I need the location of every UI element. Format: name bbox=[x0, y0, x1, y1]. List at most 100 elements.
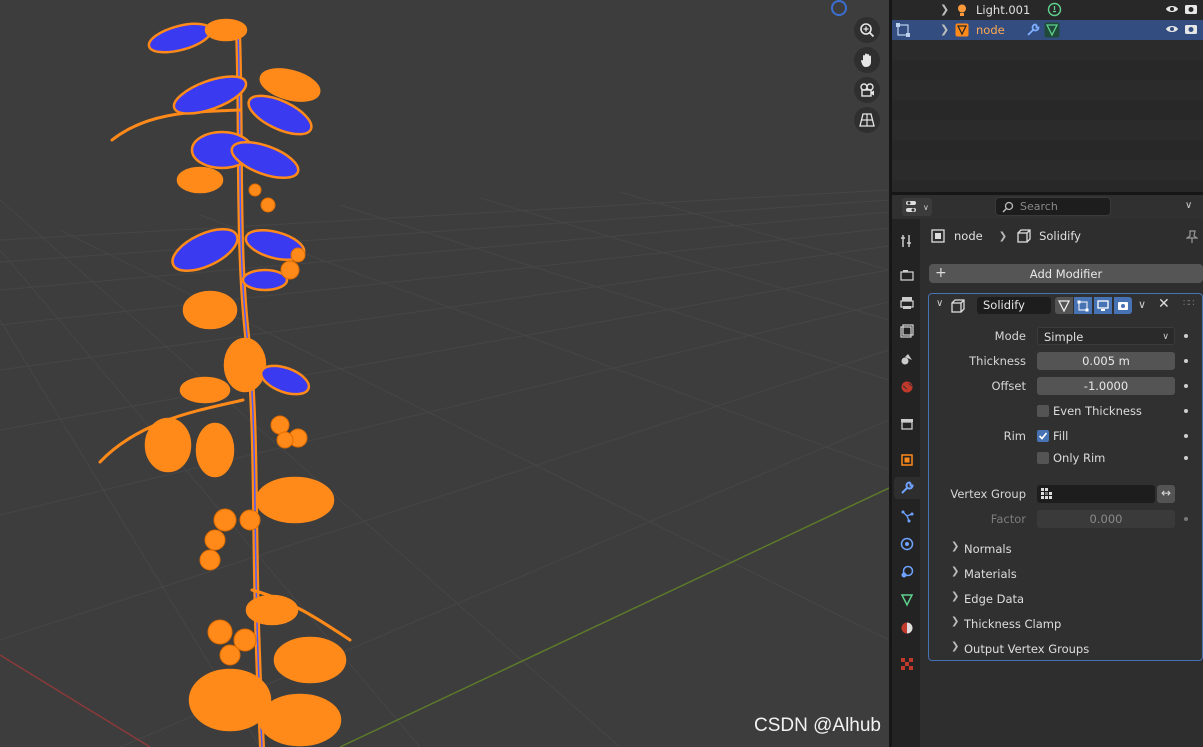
light-icon bbox=[955, 3, 969, 17]
object-icon bbox=[931, 229, 945, 243]
subpanel-label: Thickness Clamp bbox=[964, 617, 1062, 631]
outliner-stripe bbox=[892, 40, 1203, 60]
outliner-label: node bbox=[976, 23, 1005, 37]
mode-value: Simple bbox=[1044, 330, 1084, 344]
breadcrumb: node ❯ Solidify bbox=[931, 229, 1081, 243]
outliner-stripe bbox=[892, 80, 1203, 100]
render-camera-icon[interactable] bbox=[1184, 3, 1198, 18]
outliner-row-light[interactable]: ❯ Light.001 bbox=[892, 0, 1203, 20]
collection-tab-icon[interactable] bbox=[896, 413, 918, 435]
render-toggle-camera-icon[interactable] bbox=[1114, 297, 1132, 314]
zoom-icon[interactable] bbox=[854, 17, 880, 43]
modifier-tab-wrench-icon[interactable] bbox=[894, 477, 920, 499]
collapse-chevron-icon[interactable]: ∨ bbox=[936, 298, 943, 309]
keyframe-dot[interactable] bbox=[1184, 384, 1188, 388]
on-cage-toggle-icon[interactable] bbox=[1055, 297, 1073, 314]
pan-hand-icon[interactable] bbox=[854, 47, 880, 73]
constraints-tab-icon[interactable] bbox=[896, 561, 918, 583]
factor-label: Factor bbox=[990, 512, 1026, 526]
world-tab-icon[interactable] bbox=[896, 376, 918, 398]
texture-tab-icon[interactable] bbox=[896, 653, 918, 675]
watermark: CSDN @Alhub bbox=[754, 715, 881, 736]
mesh-data-tab-icon[interactable] bbox=[896, 589, 918, 611]
keyframe-dot[interactable] bbox=[1184, 456, 1188, 460]
properties-tabs bbox=[892, 219, 920, 747]
chevron-right-icon: ❯ bbox=[998, 230, 1008, 242]
3d-viewport[interactable]: CSDN @Alhub bbox=[0, 0, 889, 747]
chevron-right-icon[interactable]: ❯ bbox=[940, 3, 949, 16]
offset-field[interactable]: -1.0000 bbox=[1037, 377, 1175, 395]
vertex-group-label: Vertex Group bbox=[950, 487, 1026, 501]
view-layer-tab-icon[interactable] bbox=[896, 320, 918, 342]
fill-checkbox[interactable] bbox=[1037, 430, 1049, 442]
properties-panel: node ❯ Solidify + Add Modifier ∨ Solidif… bbox=[920, 219, 1203, 747]
pin-icon[interactable] bbox=[1185, 230, 1199, 247]
drag-handle-icon[interactable]: ∷∷ bbox=[1183, 298, 1195, 309]
chevron-right-icon: ❯ bbox=[951, 566, 960, 577]
camera-view-icon[interactable] bbox=[854, 77, 880, 103]
mesh-data-icon[interactable] bbox=[1044, 22, 1060, 41]
edit-mode-toggle-icon[interactable] bbox=[1074, 297, 1092, 314]
keyframe-dot[interactable] bbox=[1184, 517, 1188, 521]
invert-arrows-icon[interactable]: ↔ bbox=[1157, 485, 1175, 503]
search-placeholder: Search bbox=[1020, 200, 1058, 213]
subpanel-materials[interactable]: ❯ Materials bbox=[929, 562, 1202, 582]
keyframe-dot[interactable] bbox=[1184, 359, 1188, 363]
render-tab-icon[interactable] bbox=[896, 264, 918, 286]
particles-tab-icon[interactable] bbox=[896, 505, 918, 527]
chevron-right-icon: ❯ bbox=[951, 591, 960, 602]
keyframe-dot[interactable] bbox=[1184, 409, 1188, 413]
breadcrumb-modifier: Solidify bbox=[1039, 229, 1081, 243]
eye-icon[interactable] bbox=[1165, 23, 1179, 38]
editor-type-button[interactable]: ∨ bbox=[902, 198, 932, 216]
subpanel-thickness-clamp[interactable]: ❯ Thickness Clamp bbox=[929, 612, 1202, 632]
eye-icon[interactable] bbox=[1165, 3, 1179, 18]
only-rim-checkbox[interactable] bbox=[1037, 452, 1049, 464]
vertex-group-field[interactable] bbox=[1037, 485, 1155, 503]
subpanel-normals[interactable]: ❯ Normals bbox=[929, 537, 1202, 557]
render-camera-icon[interactable] bbox=[1184, 23, 1198, 38]
add-modifier-button[interactable]: + Add Modifier bbox=[929, 264, 1203, 283]
mode-label: Mode bbox=[994, 329, 1026, 343]
chevron-right-icon: ❯ bbox=[951, 616, 960, 627]
scene-tab-icon[interactable] bbox=[896, 348, 918, 370]
chevron-down-icon: ∨ bbox=[923, 202, 929, 212]
solidify-modifier-panel: ∨ Solidify ∨ ✕ ∷∷ Mode Simple ∨ Thicknes… bbox=[928, 293, 1203, 661]
search-input[interactable]: Search bbox=[995, 197, 1111, 216]
properties-editor-icon bbox=[906, 201, 916, 212]
keyframe-dot[interactable] bbox=[1184, 434, 1188, 438]
properties-header: ∨ Search ∨ bbox=[892, 195, 1203, 219]
subpanel-output-vertex-groups[interactable]: ❯ Output Vertex Groups bbox=[929, 637, 1202, 657]
wrench-icon[interactable] bbox=[1026, 23, 1040, 40]
physics-tab-icon[interactable] bbox=[896, 533, 918, 555]
solidify-icon bbox=[951, 299, 965, 316]
material-tab-icon[interactable] bbox=[896, 617, 918, 639]
outliner-row-node[interactable]: ❯ node bbox=[892, 20, 1203, 40]
perspective-grid-icon[interactable] bbox=[854, 107, 880, 133]
factor-field[interactable]: 0.000 bbox=[1037, 510, 1175, 528]
modifier-name-field[interactable]: Solidify bbox=[977, 297, 1051, 314]
thickness-label: Thickness bbox=[969, 354, 1026, 368]
outliner-stripe bbox=[892, 160, 1203, 180]
outliner: ❯ Light.001 ❯ node bbox=[892, 0, 1203, 192]
chevron-down-icon[interactable]: ∨ bbox=[1185, 200, 1192, 211]
viewport-toggle-icon[interactable] bbox=[1094, 297, 1112, 314]
mode-dropdown[interactable]: Simple ∨ bbox=[1037, 327, 1175, 345]
object-tab-icon[interactable] bbox=[896, 449, 918, 471]
offset-label: Offset bbox=[991, 379, 1026, 393]
thickness-field[interactable]: 0.005 m bbox=[1037, 352, 1175, 370]
light-data-icon[interactable] bbox=[1047, 2, 1062, 20]
orientation-gizmo-dot[interactable] bbox=[831, 0, 847, 16]
tool-tab-icon[interactable] bbox=[896, 230, 918, 252]
subpanel-edge-data[interactable]: ❯ Edge Data bbox=[929, 587, 1202, 607]
even-thickness-checkbox[interactable] bbox=[1037, 405, 1049, 417]
chevron-down-icon[interactable]: ∨ bbox=[1138, 298, 1146, 311]
output-tab-icon[interactable] bbox=[896, 292, 918, 314]
breadcrumb-object: node bbox=[954, 229, 983, 243]
mesh-select-icon bbox=[895, 22, 911, 41]
close-icon[interactable]: ✕ bbox=[1158, 296, 1170, 312]
keyframe-dot[interactable] bbox=[1184, 334, 1188, 338]
modifier-header[interactable]: ∨ Solidify ∨ ✕ ∷∷ bbox=[929, 294, 1203, 318]
chevron-right-icon[interactable]: ❯ bbox=[940, 23, 949, 36]
add-modifier-label: Add Modifier bbox=[1029, 266, 1103, 281]
